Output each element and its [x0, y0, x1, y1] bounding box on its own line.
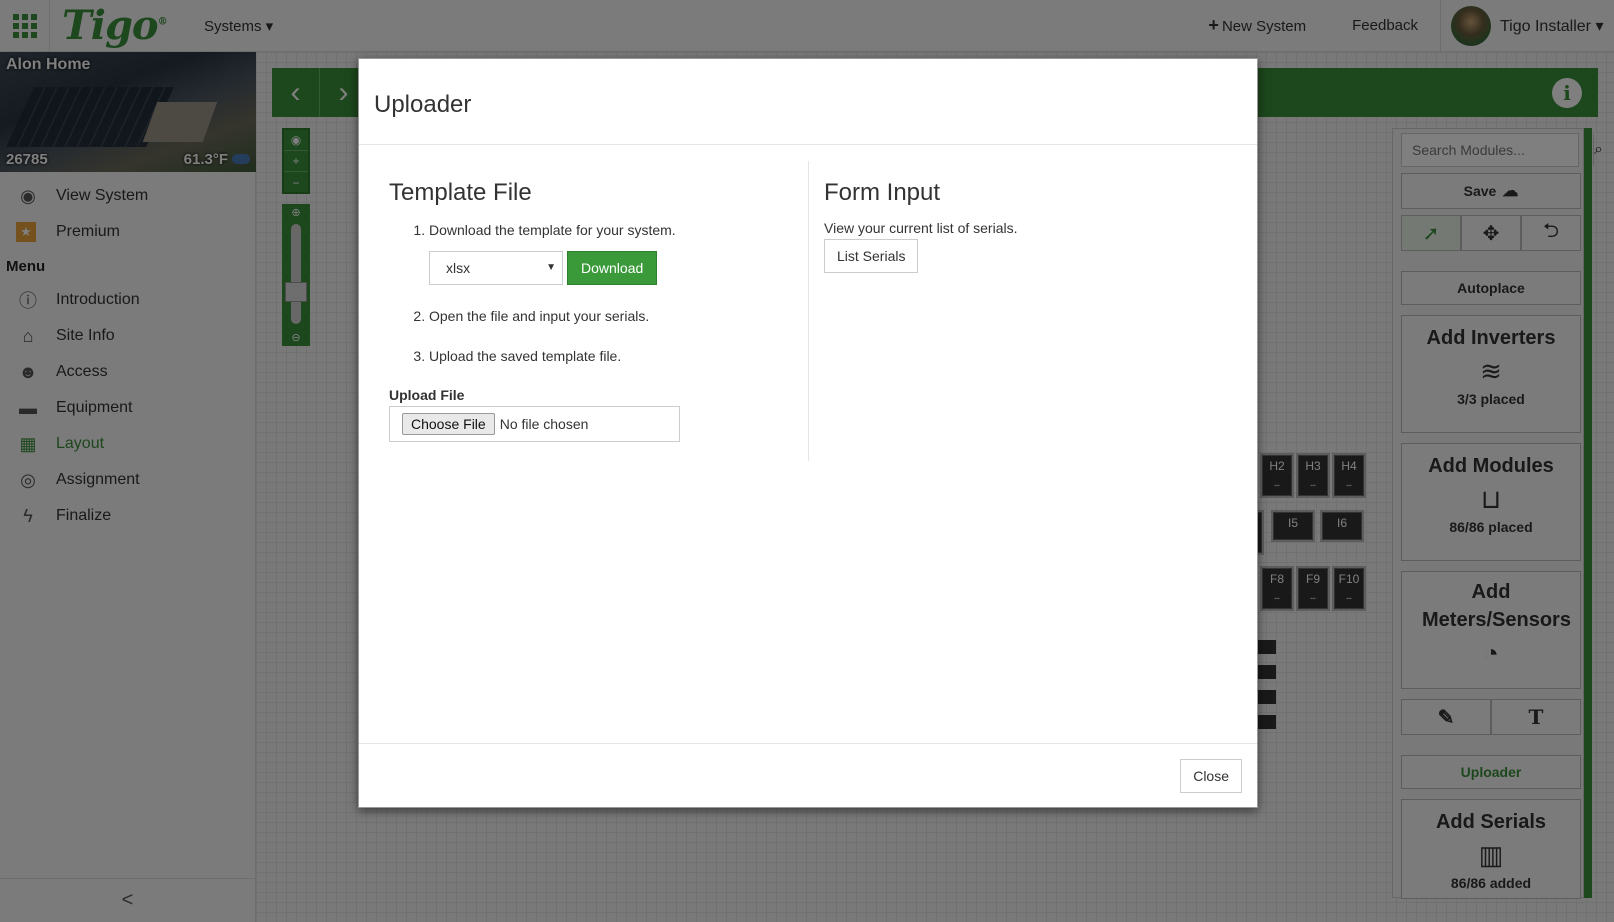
- choose-file-button[interactable]: Choose File: [402, 413, 495, 435]
- step-2: Open the file and input your serials.: [429, 307, 789, 325]
- download-button[interactable]: Download: [567, 251, 658, 285]
- format-select[interactable]: xlsx ▼: [429, 251, 563, 285]
- caret-down-icon: ▼: [546, 262, 556, 273]
- file-status: No file chosen: [499, 416, 589, 432]
- template-steps: Download the template for your system. x…: [389, 221, 789, 365]
- file-input: Choose File No file chosen: [389, 406, 680, 442]
- template-file-heading: Template File: [389, 179, 532, 206]
- step-3: Upload the saved template file.: [429, 347, 789, 365]
- upload-file-label: Upload File: [389, 387, 465, 403]
- modal-title: Uploader: [374, 91, 472, 118]
- list-serials-button[interactable]: List Serials: [824, 239, 919, 273]
- form-description: View your current list of serials.: [824, 220, 1018, 236]
- column-divider: [808, 161, 809, 461]
- step-1: Download the template for your system. x…: [429, 221, 789, 285]
- form-input-heading: Form Input: [824, 179, 941, 206]
- uploader-modal: Uploader Template File Download the temp…: [358, 58, 1258, 808]
- close-button[interactable]: Close: [1180, 759, 1242, 793]
